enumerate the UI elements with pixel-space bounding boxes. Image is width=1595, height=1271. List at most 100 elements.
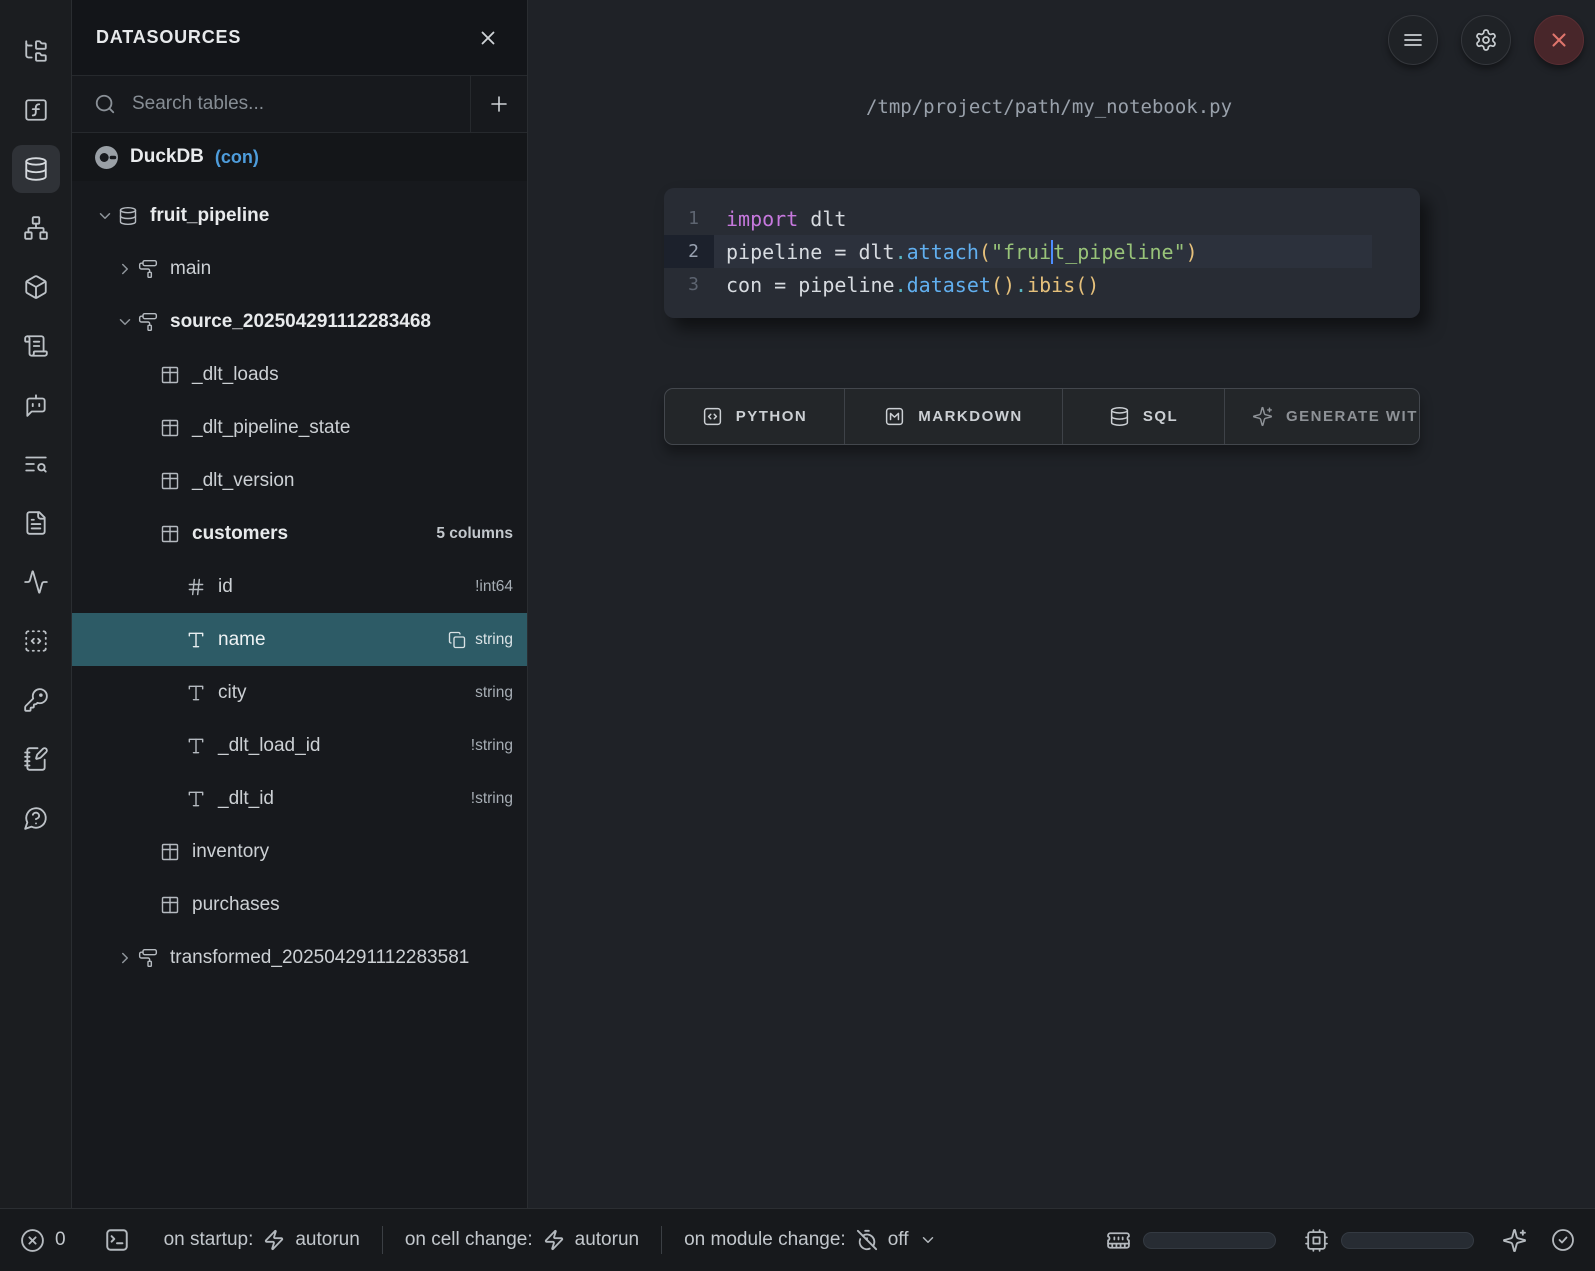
close-button[interactable] (1534, 15, 1584, 65)
column-type: string (475, 684, 513, 702)
code-cell[interactable]: 1import dlt2pipeline = dlt.attach("fruit… (664, 188, 1420, 318)
table-icon (160, 418, 192, 438)
tree-row-_dlt_load_id[interactable]: _dlt_load_id!string (72, 719, 527, 772)
tree-label: fruit_pipeline (150, 205, 269, 227)
chevron-down-icon (919, 1231, 937, 1249)
table-icon (160, 365, 192, 385)
scroll-text-icon (23, 333, 49, 359)
tree-row-meta: !int64 (475, 578, 527, 596)
rail-item-chat[interactable] (12, 381, 60, 429)
search-row (72, 76, 527, 133)
column-type: !string (471, 790, 513, 808)
copy-icon[interactable] (448, 631, 466, 649)
tree-row-id[interactable]: id!int64 (72, 560, 527, 613)
tree-label: main (170, 258, 211, 280)
square-dashed-code-icon (23, 628, 49, 654)
code-text: pipeline = dlt.attach("fruit_pipeline") (714, 235, 1372, 268)
network-icon (23, 215, 49, 241)
rail-item-file-tree[interactable] (12, 27, 60, 75)
chevron-right-icon[interactable] (116, 260, 138, 278)
setting-on-startup[interactable]: on startup:autorun (164, 1229, 360, 1251)
tree-row-customers[interactable]: customers 5 columns (72, 507, 527, 560)
tree-row-_dlt_version[interactable]: _dlt_version (72, 454, 527, 507)
column-type: string (475, 631, 513, 649)
close-panel-icon[interactable] (473, 23, 503, 53)
add-cell-python-button[interactable]: PYTHON (665, 389, 845, 444)
zap-icon (263, 1229, 285, 1251)
rail-item-secrets[interactable] (12, 676, 60, 724)
rail-item-functions[interactable] (12, 86, 60, 134)
tree-row-purchases[interactable]: purchases (72, 878, 527, 931)
line-number: 1 (664, 202, 714, 235)
tree-row-meta: 5 columns (436, 525, 527, 543)
tree-label: customers (192, 523, 288, 545)
button-label: MARKDOWN (918, 408, 1022, 425)
setting-on-module-change[interactable]: on module change:off (684, 1229, 936, 1251)
square-code-icon (702, 406, 723, 427)
button-label: SQL (1143, 408, 1178, 425)
terminal-button[interactable] (104, 1227, 130, 1253)
add-cell-markdown-button[interactable]: MARKDOWN (845, 389, 1063, 444)
code-line-2[interactable]: 2pipeline = dlt.attach("fruit_pipeline") (664, 235, 1420, 268)
tree-row-transformed_202504291112283581[interactable]: transformed_202504291112283581 (72, 931, 527, 984)
ai-assistant-button[interactable] (1502, 1228, 1527, 1253)
setting-on-cell-change[interactable]: on cell change:autorun (405, 1229, 639, 1251)
add-datasource-button[interactable] (470, 76, 527, 132)
sparkles-icon (1502, 1228, 1527, 1253)
error-counter[interactable]: 0 (20, 1228, 66, 1253)
menu-button[interactable] (1388, 15, 1438, 65)
tree-row-inventory[interactable]: inventory (72, 825, 527, 878)
button-label: GENERATE WIT (1286, 408, 1418, 425)
database-icon (23, 156, 49, 182)
add-cell-sql-button[interactable]: SQL (1063, 389, 1225, 444)
add-cell-generate-wit-button[interactable]: GENERATE WIT (1225, 389, 1419, 444)
notebook-pen-icon (23, 746, 49, 772)
tree-label: inventory (192, 841, 269, 863)
rail-item-dependencies[interactable] (12, 204, 60, 252)
rail-item-logs[interactable] (12, 440, 60, 488)
tree-row-_dlt_pipeline_state[interactable]: _dlt_pipeline_state (72, 401, 527, 454)
memory-usage-meter (1106, 1228, 1276, 1253)
tree-row-main[interactable]: main (72, 242, 527, 295)
notebook-file-path: /tmp/project/path/my_notebook.py (529, 96, 1569, 118)
settings-button[interactable] (1461, 15, 1511, 65)
tree-row-name[interactable]: namestring (72, 613, 527, 666)
cpu-usage-meter (1304, 1228, 1474, 1253)
tree-row-city[interactable]: city string (72, 666, 527, 719)
tree-row-_dlt_id[interactable]: _dlt_id!string (72, 772, 527, 825)
setting-value: off (888, 1229, 909, 1251)
table-icon (160, 471, 192, 491)
search-input[interactable] (132, 93, 470, 115)
rail-item-packages[interactable] (12, 263, 60, 311)
tree-row-fruit_pipeline[interactable]: fruit_pipeline (72, 189, 527, 242)
tree-label: source_202504291112283468 (170, 311, 431, 333)
rail-item-notes[interactable] (12, 735, 60, 783)
rail-item-help[interactable] (12, 794, 60, 842)
tree-row-_dlt_loads[interactable]: _dlt_loads (72, 348, 527, 401)
datasources-panel: DATASOURCES DuckDB (con) fruit_pipelinem… (72, 0, 528, 1208)
rail-item-documentation[interactable] (12, 499, 60, 547)
error-count: 0 (55, 1229, 66, 1251)
paint-roller-icon (138, 312, 170, 332)
chevron-right-icon[interactable] (116, 949, 138, 967)
line-number: 3 (664, 268, 714, 301)
tree-label: _dlt_loads (192, 364, 279, 386)
code-line-3[interactable]: 3con = pipeline.dataset().ibis() (664, 268, 1420, 301)
connection-row[interactable]: DuckDB (con) (72, 133, 527, 181)
code-line-1[interactable]: 1import dlt (664, 202, 1420, 235)
setting-label: on startup: (164, 1229, 254, 1251)
rail-item-snippets[interactable] (12, 322, 60, 370)
rail-item-scratchpad[interactable] (12, 617, 60, 665)
hash-icon (186, 577, 218, 597)
chevron-down-icon[interactable] (96, 207, 118, 225)
kernel-status-indicator[interactable] (1551, 1228, 1575, 1252)
database-icon (118, 206, 150, 226)
rail-item-tracing[interactable] (12, 558, 60, 606)
type-icon (186, 789, 218, 809)
tree-row-source_202504291112283468[interactable]: source_202504291112283468 (72, 295, 527, 348)
rail-item-datasources[interactable] (12, 145, 60, 193)
tree-label: city (218, 682, 247, 704)
divider (382, 1226, 383, 1254)
chevron-down-icon[interactable] (116, 313, 138, 331)
type-icon (186, 630, 218, 650)
